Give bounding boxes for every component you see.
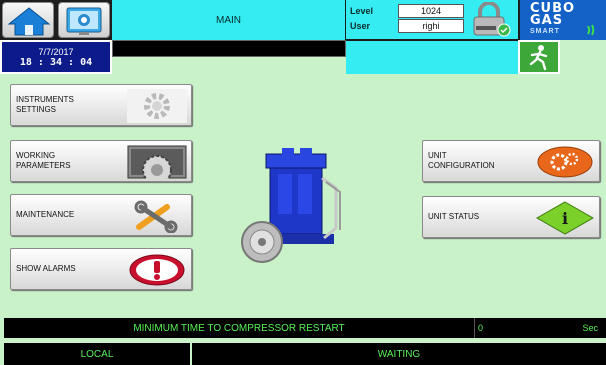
user-value: righi (398, 19, 464, 33)
restart-counter: 0 Sec (474, 318, 606, 338)
unit-status-label: UNIT STATUS (428, 212, 480, 221)
instruments-settings-button[interactable]: INSTRUMENTS SETTINGS (10, 84, 192, 126)
padlock-icon (473, 1, 511, 37)
state-status: WAITING (192, 343, 606, 365)
counter-value: 0 (478, 323, 484, 333)
maintenance-button[interactable]: MAINTENANCE (10, 194, 192, 236)
maintenance-label: MAINTENANCE (16, 210, 75, 219)
unit-status-button[interactable]: UNIT STATUS i (422, 196, 600, 238)
datetime-display: 7/7/2017 18 : 34 : 04 (0, 40, 112, 74)
gear-icon (127, 89, 187, 123)
instruments-settings-label: INSTRUMENTS SETTINGS (16, 85, 74, 125)
counter-unit: Sec (582, 323, 598, 333)
working-parameters-label: WORKING PARAMETERS (16, 141, 71, 181)
user-level-panel: Level 1024 User righi (346, 0, 518, 40)
brand-logo: CUBO GAS SMART (518, 0, 606, 40)
header-info-panel (346, 40, 518, 74)
home-icon (7, 7, 51, 36)
mode-status: LOCAL (4, 343, 190, 365)
user-label: User (350, 21, 371, 31)
gear-wheel-icon (127, 145, 187, 179)
login-button[interactable] (468, 1, 514, 38)
working-parameters-button[interactable]: WORKING PARAMETERS (10, 140, 192, 182)
monitor-info-icon (66, 7, 102, 35)
unit-configuration-label: UNIT CONFIGURATION (428, 141, 495, 181)
time-text: 18 : 34 : 04 (19, 56, 93, 68)
message-bar (112, 40, 346, 57)
working-parameters-text: WORKING PARAMETERS (16, 151, 71, 170)
info-diamond-icon: i (535, 201, 595, 235)
compressor-icon (241, 148, 341, 263)
exit-running-man-icon (529, 45, 548, 71)
show-alarms-label: SHOW ALARMS (16, 264, 76, 273)
show-alarms-button[interactable]: SHOW ALARMS (10, 248, 192, 290)
info-button[interactable] (58, 2, 110, 38)
tools-icon (134, 200, 178, 233)
level-label: Level (350, 6, 374, 16)
orange-gears-icon (537, 146, 593, 178)
svg-text:i: i (562, 209, 568, 228)
page-title: MAIN (112, 0, 346, 40)
brand-line3: SMART (530, 28, 560, 35)
brand-line2: GAS (530, 13, 564, 28)
home-button[interactable] (2, 2, 54, 38)
signal-icon (587, 24, 595, 36)
status-message: MINIMUM TIME TO COMPRESSOR RESTART (4, 318, 474, 338)
unit-configuration-text: UNIT CONFIGURATION (428, 151, 495, 170)
instruments-settings-text: INSTRUMENTS SETTINGS (16, 95, 74, 114)
alarm-icon (129, 254, 185, 286)
exit-button[interactable] (518, 40, 560, 74)
header-left-panel (0, 0, 112, 40)
unit-configuration-button[interactable]: UNIT CONFIGURATION (422, 140, 600, 182)
date-text: 7/7/2017 (38, 46, 74, 57)
level-value: 1024 (398, 4, 464, 18)
